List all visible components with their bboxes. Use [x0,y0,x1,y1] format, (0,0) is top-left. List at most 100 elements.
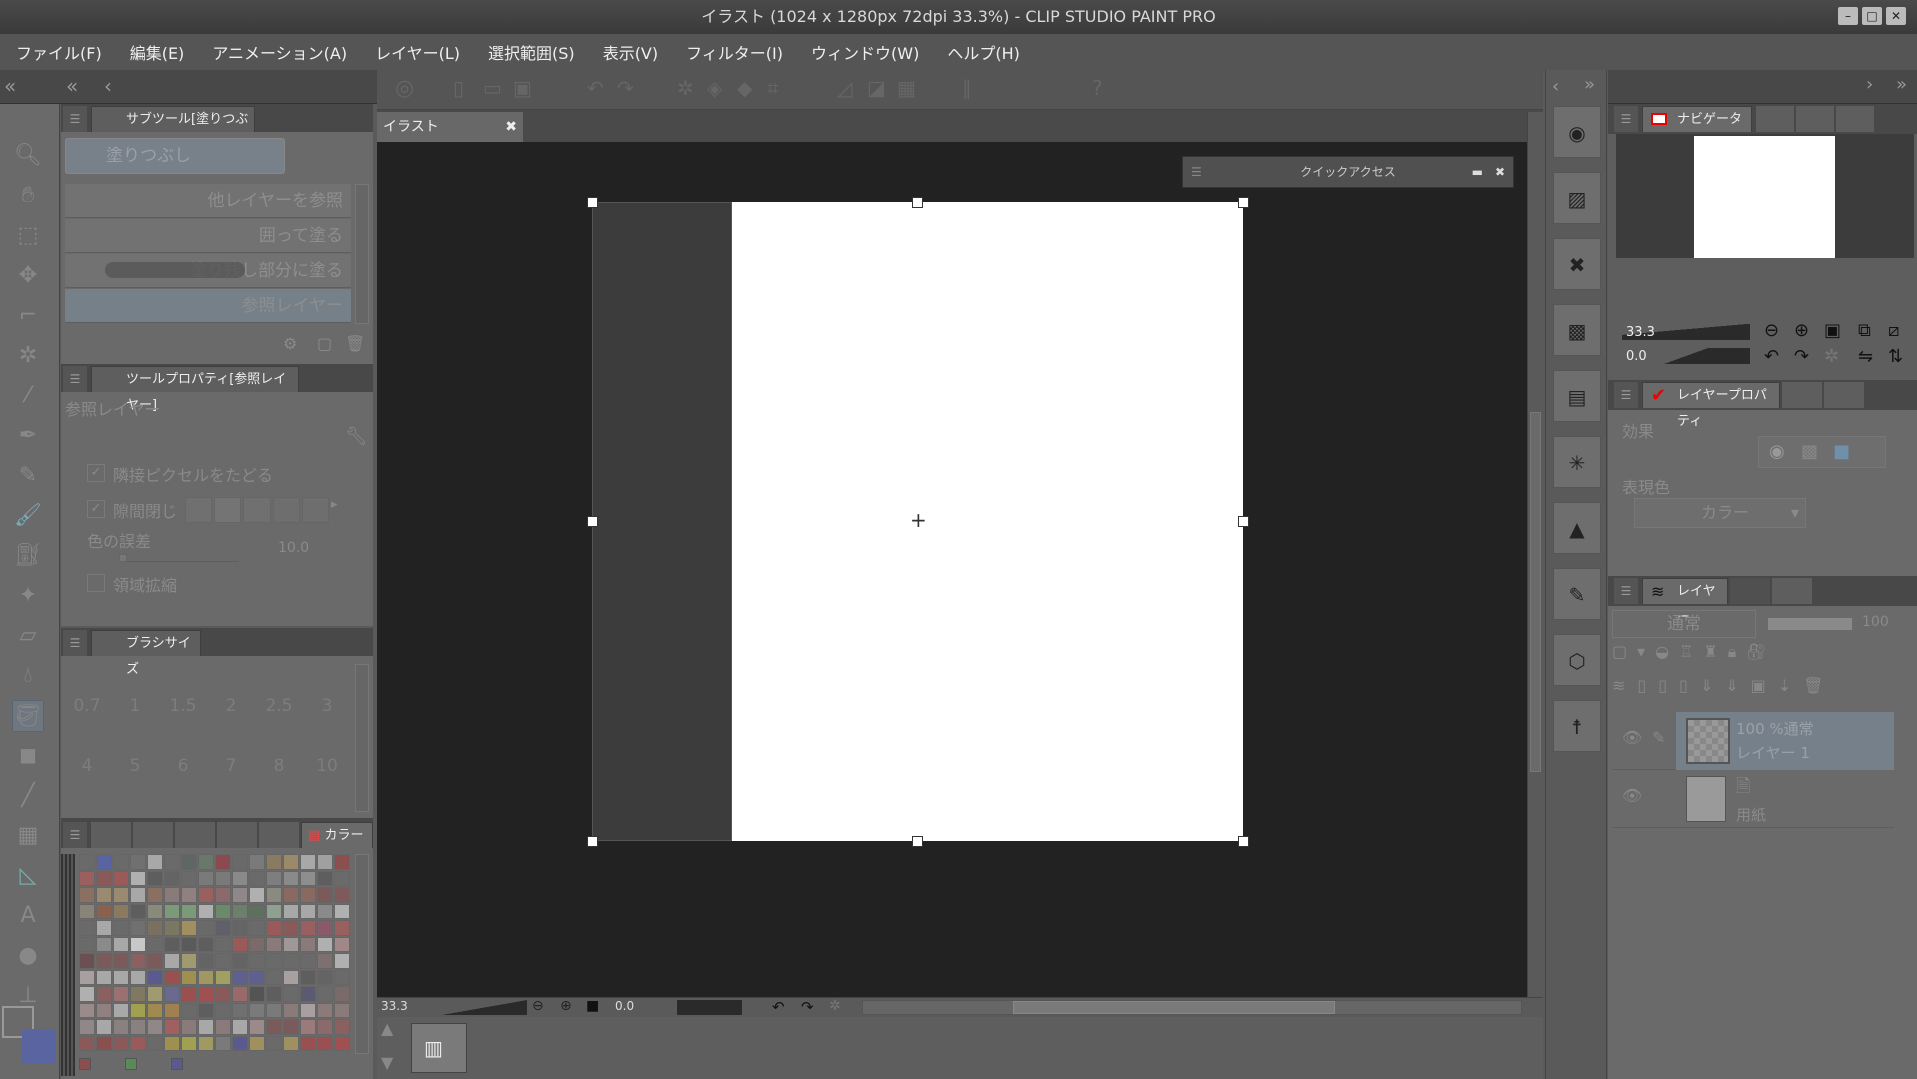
animation-cels-tab[interactable] [1730,578,1770,604]
palette-swatch[interactable] [232,870,248,886]
palette-swatch[interactable] [96,854,112,870]
layer-commands-row[interactable]: ≋▯▯▯⇓⇓▣⇣🗑︎ [1612,676,1912,706]
palette-swatch[interactable] [113,1002,129,1018]
frame-tool-icon[interactable]: ▦ [12,820,44,852]
palette-swatch[interactable] [300,1035,316,1051]
palette-swatch[interactable] [300,936,316,952]
palette-swatch[interactable] [96,1035,112,1051]
subtool-group-fill[interactable]: 塗りつぶし [65,138,285,174]
rotate-right-icon[interactable]: ↷ [801,998,814,1016]
palette-swatch[interactable] [198,920,214,936]
color-set-tab[interactable]: ▤ カラー [301,822,373,848]
canvas-zoom-value[interactable]: 33.3 [381,999,408,1013]
palette-swatch[interactable] [181,1019,197,1035]
palette-swatch[interactable] [317,1019,333,1035]
eraser-tool-icon[interactable]: ▱ [12,620,44,652]
palette-swatch[interactable] [232,936,248,952]
brush-size-option[interactable]: 4 [65,756,109,776]
palette-swatch[interactable] [96,903,112,919]
palette-swatch[interactable] [96,986,112,1002]
palette-swatch[interactable] [334,870,350,886]
ruler-icon[interactable]: ∥ [962,76,972,100]
palette-swatch[interactable] [96,1019,112,1035]
palette-swatch[interactable] [300,1019,316,1035]
subtool-item[interactable]: 塗り残し部分に塗る [65,254,351,288]
palette-swatch[interactable] [232,887,248,903]
palette-swatch[interactable] [334,903,350,919]
delete-subtool-icon[interactable]: 🗑︎ [345,334,365,353]
clip-studio-icon[interactable]: ◎ [395,76,414,101]
palette-swatch[interactable] [266,986,282,1002]
panel-menu-icon[interactable]: ☰ [63,630,87,656]
actual-size-icon[interactable]: ⧉ [1858,320,1871,341]
transform-handle[interactable] [1238,836,1249,847]
selection-tool-icon[interactable]: ⌐ [12,300,44,332]
palette-swatch[interactable] [232,1035,248,1051]
material-effect-icon[interactable]: ✳ [1553,436,1601,488]
expand-icon[interactable]: » [1584,74,1595,95]
quick-access-window[interactable]: ☰ クイックアクセス ▬ ✖ [1182,156,1514,188]
close-button[interactable]: ✕ [1886,7,1906,25]
palette-swatch[interactable] [300,969,316,985]
palette-swatch[interactable] [334,986,350,1002]
palette-swatch[interactable] [79,854,95,870]
canvas-angle-value[interactable]: 0.0 [615,999,634,1013]
menu-selection[interactable]: 選択範囲(S) [488,40,575,64]
palette-swatch[interactable] [130,903,146,919]
vertical-scroll-thumb[interactable] [1530,412,1541,772]
palette-swatch[interactable] [181,903,197,919]
palette-swatch[interactable] [283,870,299,886]
layer-row[interactable]: 👁︎ ✎ 100 %通常 レイヤー 1 [1612,712,1894,770]
palette-swatch[interactable] [181,1002,197,1018]
gap-checkbox[interactable]: ✓ [87,500,105,518]
palette-swatch[interactable] [164,903,180,919]
palette-swatch[interactable] [283,887,299,903]
palette-swatch[interactable] [317,986,333,1002]
palette-swatch[interactable] [164,887,180,903]
palette-swatch[interactable] [113,1035,129,1051]
undo-icon[interactable]: ↶ [587,76,604,100]
subtool-item-selected[interactable]: 参照レイヤー [65,289,351,323]
open-file-icon[interactable]: ▭ [483,76,502,100]
palette-swatch[interactable] [300,953,316,969]
brush-size-scrollbar[interactable] [355,664,369,812]
palette-swatch[interactable] [181,953,197,969]
palette-swatch[interactable] [283,920,299,936]
document-tab[interactable]: イラスト ✖ [377,112,523,142]
recent-color-swatch[interactable] [125,1058,137,1070]
pen-tool-icon[interactable]: ✒︎ [12,420,44,452]
layer-property-tab[interactable]: ✔ レイヤープロパティ [1642,382,1780,429]
brush-size-option[interactable]: 3 [305,696,349,716]
palette-swatch[interactable] [266,953,282,969]
palette-swatch[interactable] [266,969,282,985]
brush-size-option[interactable]: 6 [161,756,205,776]
navigator-preview[interactable] [1616,134,1914,258]
palette-swatch[interactable] [164,969,180,985]
canvas-viewport[interactable]: + [377,142,1527,997]
palette-swatch[interactable] [283,1035,299,1051]
palette-swatch[interactable] [317,920,333,936]
palette-swatch[interactable] [198,936,214,952]
canvas-vertical-scrollbar[interactable] [1527,112,1543,997]
palette-swatch[interactable] [130,1019,146,1035]
palette-swatch[interactable] [215,969,231,985]
palette-swatch[interactable] [215,1019,231,1035]
palette-swatch[interactable] [96,870,112,886]
balloon-tool-icon[interactable]: ● [12,940,44,972]
palette-swatch[interactable] [147,920,163,936]
menu-layer[interactable]: レイヤー(L) [375,40,460,64]
palette-swatch[interactable] [113,870,129,886]
palette-swatch[interactable] [164,936,180,952]
eye-icon[interactable]: 👁︎ [1622,728,1642,747]
palette-swatch[interactable] [283,936,299,952]
palette-swatch[interactable] [300,920,316,936]
palette-swatch[interactable] [113,936,129,952]
palette-swatch[interactable] [215,870,231,886]
palette-swatch[interactable] [79,903,95,919]
minimize-panel-icon[interactable]: ▬ [1472,157,1483,187]
gradient-tool-icon[interactable]: ◼ [12,740,44,772]
palette-swatch[interactable] [147,1002,163,1018]
brush-tool-icon[interactable]: 🖌︎ [12,500,44,532]
timeline-tab[interactable] [1772,578,1812,604]
layer-order-tab[interactable] [1824,382,1864,408]
